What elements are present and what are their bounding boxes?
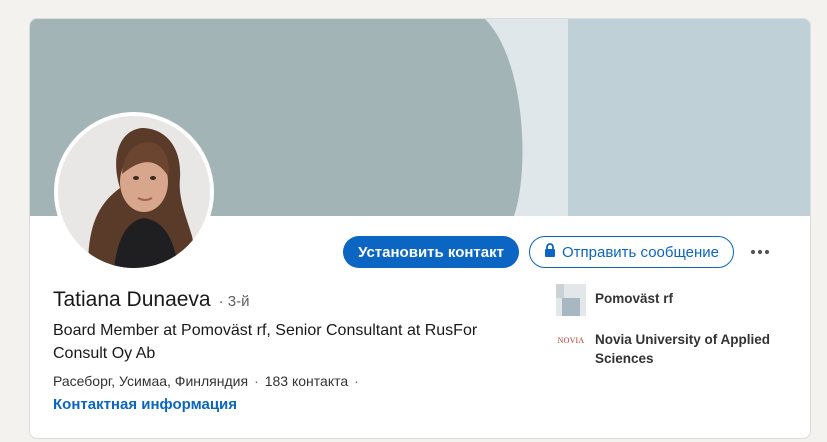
company-logo-icon bbox=[556, 284, 586, 316]
connect-button[interactable]: Установить контакт bbox=[343, 236, 519, 268]
separator-dot: · bbox=[254, 373, 259, 389]
organizations-list: Pomoväst rf NOVIA Novia University of Ap… bbox=[556, 284, 796, 376]
connection-degree: · 3-й bbox=[218, 293, 250, 310]
novia-logo-text: NOVIA bbox=[557, 335, 585, 345]
profile-actions: Установить контакт Отправить сообщение bbox=[343, 235, 776, 269]
contact-info-link[interactable]: Контактная информация bbox=[53, 396, 237, 413]
org-item-pomovast[interactable]: Pomoväst rf bbox=[556, 284, 796, 316]
connect-button-label: Установить контакт bbox=[358, 243, 504, 261]
message-button[interactable]: Отправить сообщение bbox=[528, 236, 734, 268]
profile-photo[interactable] bbox=[54, 112, 214, 272]
profile-name: Tatiana Dunaeva bbox=[53, 288, 211, 311]
org-item-novia[interactable]: NOVIA Novia University of Applied Scienc… bbox=[556, 324, 796, 368]
separator-dot: · bbox=[354, 373, 359, 389]
org-name: Novia University of Applied Sciences bbox=[595, 332, 771, 366]
profile-card: Установить контакт Отправить сообщение T… bbox=[29, 18, 811, 439]
name-row: Tatiana Dunaeva · 3-й bbox=[53, 288, 250, 312]
lock-icon bbox=[544, 243, 556, 261]
org-name: Pomoväst rf bbox=[595, 291, 674, 306]
more-dots-icon bbox=[750, 249, 770, 255]
more-options-button[interactable] bbox=[744, 236, 776, 268]
university-logo-icon: NOVIA bbox=[556, 324, 586, 356]
message-button-label: Отправить сообщение bbox=[561, 243, 719, 261]
location-row: Расеборг, Усимаа, Финляндия · 183 контак… bbox=[53, 373, 359, 389]
profile-headline: Board Member at Pomoväst rf, Senior Cons… bbox=[53, 322, 478, 362]
connections-count[interactable]: 183 контакта bbox=[265, 373, 348, 389]
profile-location: Расеборг, Усимаа, Финляндия bbox=[53, 373, 249, 389]
